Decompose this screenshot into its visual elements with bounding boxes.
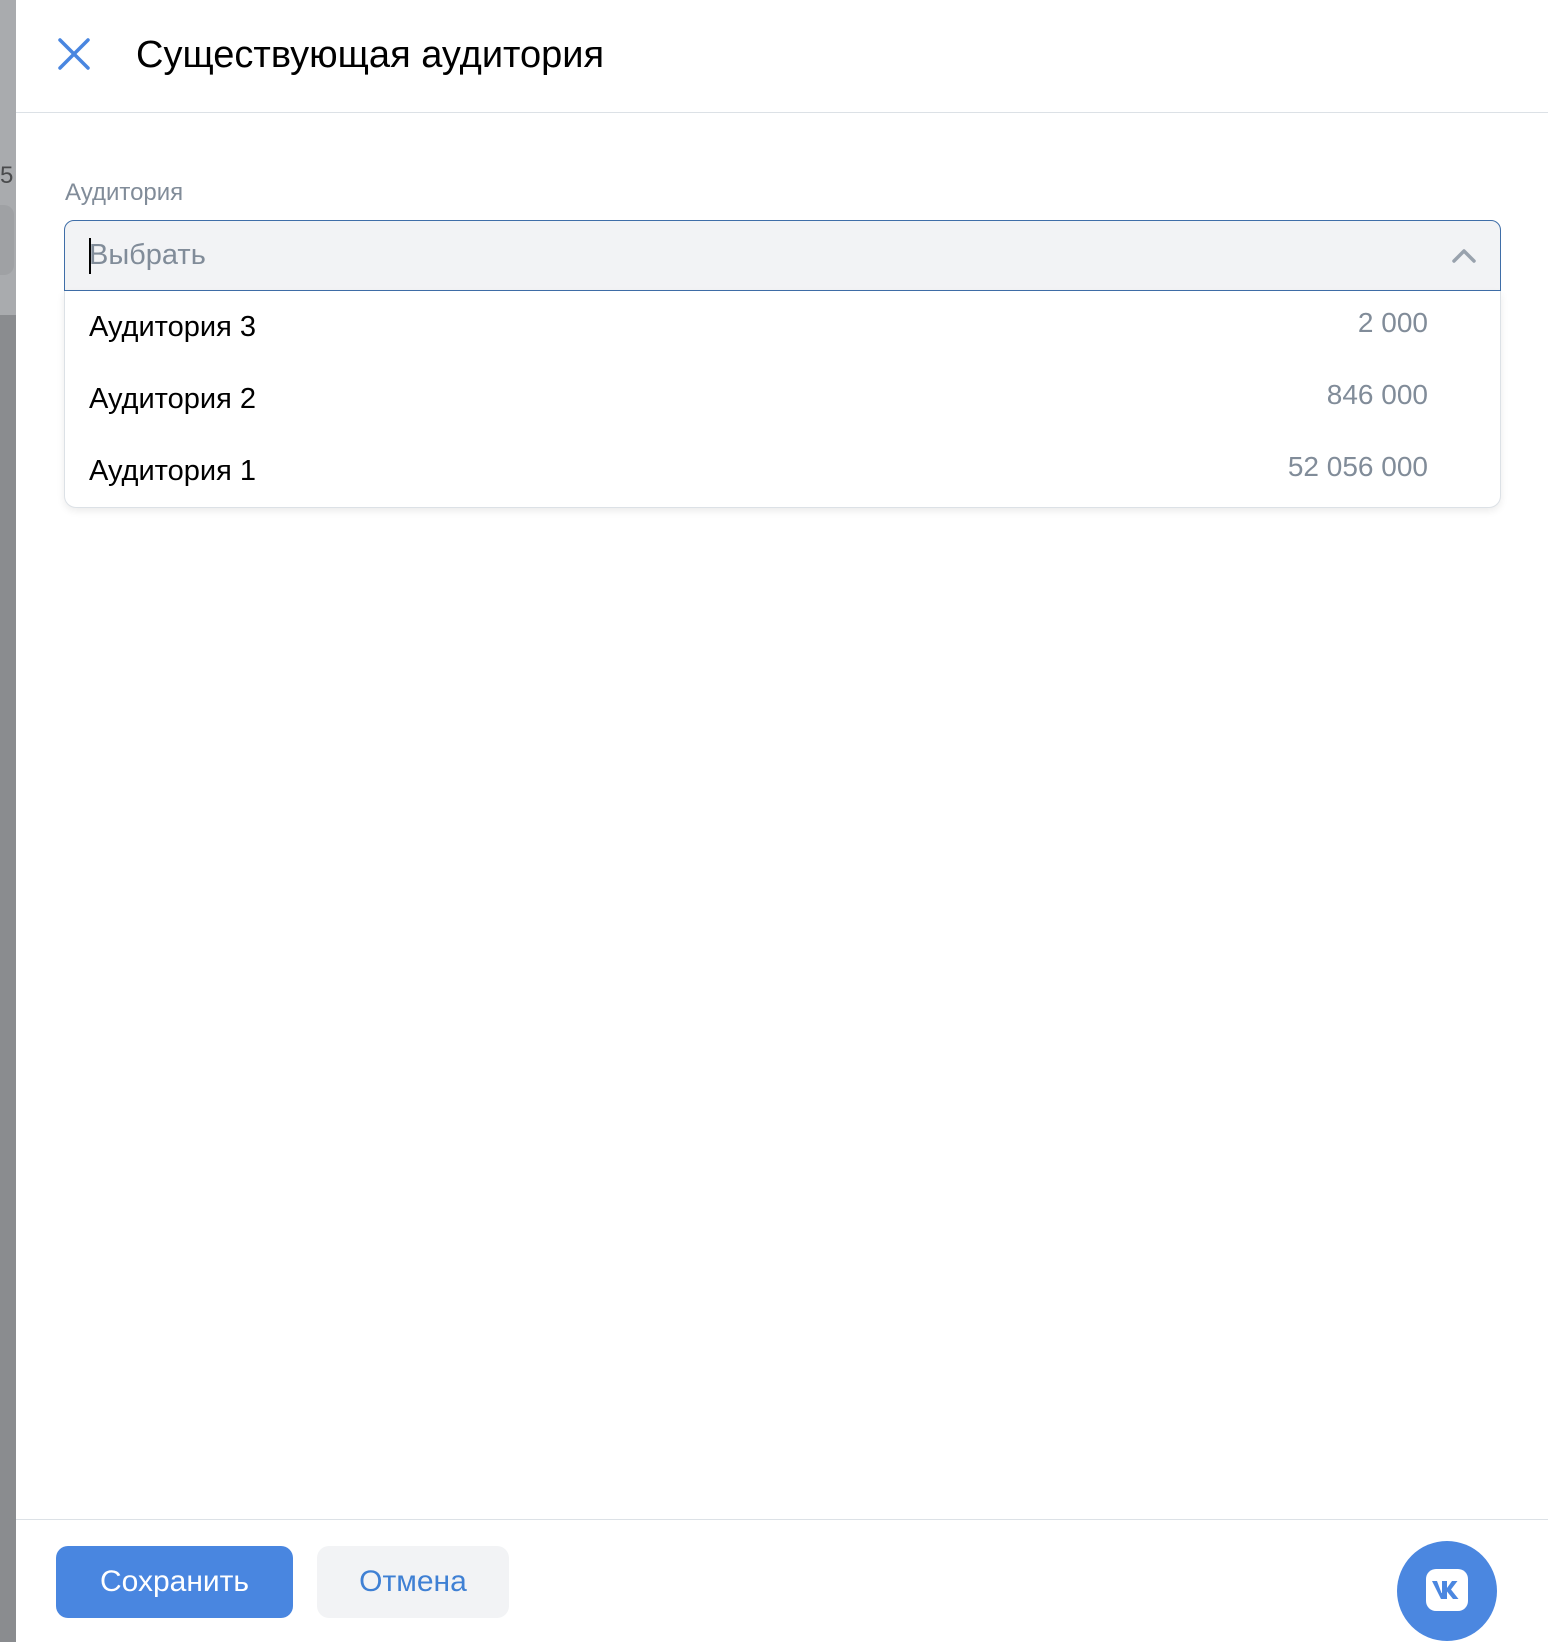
option-audience-size: 52 056 000 bbox=[1287, 451, 1428, 482]
option-label: Аудитория 2 bbox=[89, 383, 256, 415]
audience-dropdown: Аудитория 3 2 000 Аудитория 2 846 000 Ау… bbox=[64, 291, 1501, 508]
chevron-up-icon[interactable] bbox=[1448, 240, 1480, 272]
audience-field-label: Аудитория bbox=[65, 179, 184, 206]
vk-chat-button[interactable] bbox=[1397, 1541, 1497, 1641]
option-label: Аудитория 1 bbox=[89, 455, 256, 487]
option-label: Аудитория 3 bbox=[89, 311, 256, 343]
save-button[interactable]: Сохранить bbox=[56, 1546, 293, 1618]
dropdown-option[interactable]: Аудитория 1 52 056 000 bbox=[65, 435, 1500, 507]
option-audience-size: 2 000 bbox=[1357, 307, 1428, 338]
backdrop-partial-text: 5 bbox=[0, 162, 14, 189]
dropdown-option[interactable]: Аудитория 2 846 000 bbox=[65, 363, 1500, 435]
panel-header: Существующая аудитория bbox=[16, 0, 1548, 113]
audience-select-input[interactable]: Выбрать bbox=[89, 221, 206, 290]
side-panel: Существующая аудитория Аудитория Выбрать… bbox=[16, 0, 1548, 1642]
panel-footer: Сохранить Отмена bbox=[16, 1519, 1548, 1642]
dropdown-option[interactable]: Аудитория 3 2 000 bbox=[65, 291, 1500, 363]
backdrop-partial-control bbox=[0, 205, 14, 275]
audience-select[interactable]: Выбрать bbox=[64, 220, 1501, 291]
close-icon bbox=[58, 38, 90, 70]
cancel-button[interactable]: Отмена bbox=[317, 1546, 509, 1618]
panel-title: Существующая аудитория bbox=[136, 34, 605, 76]
option-audience-size: 846 000 bbox=[1326, 379, 1428, 410]
vk-logo-icon bbox=[1426, 1569, 1468, 1611]
close-button[interactable] bbox=[50, 30, 98, 78]
